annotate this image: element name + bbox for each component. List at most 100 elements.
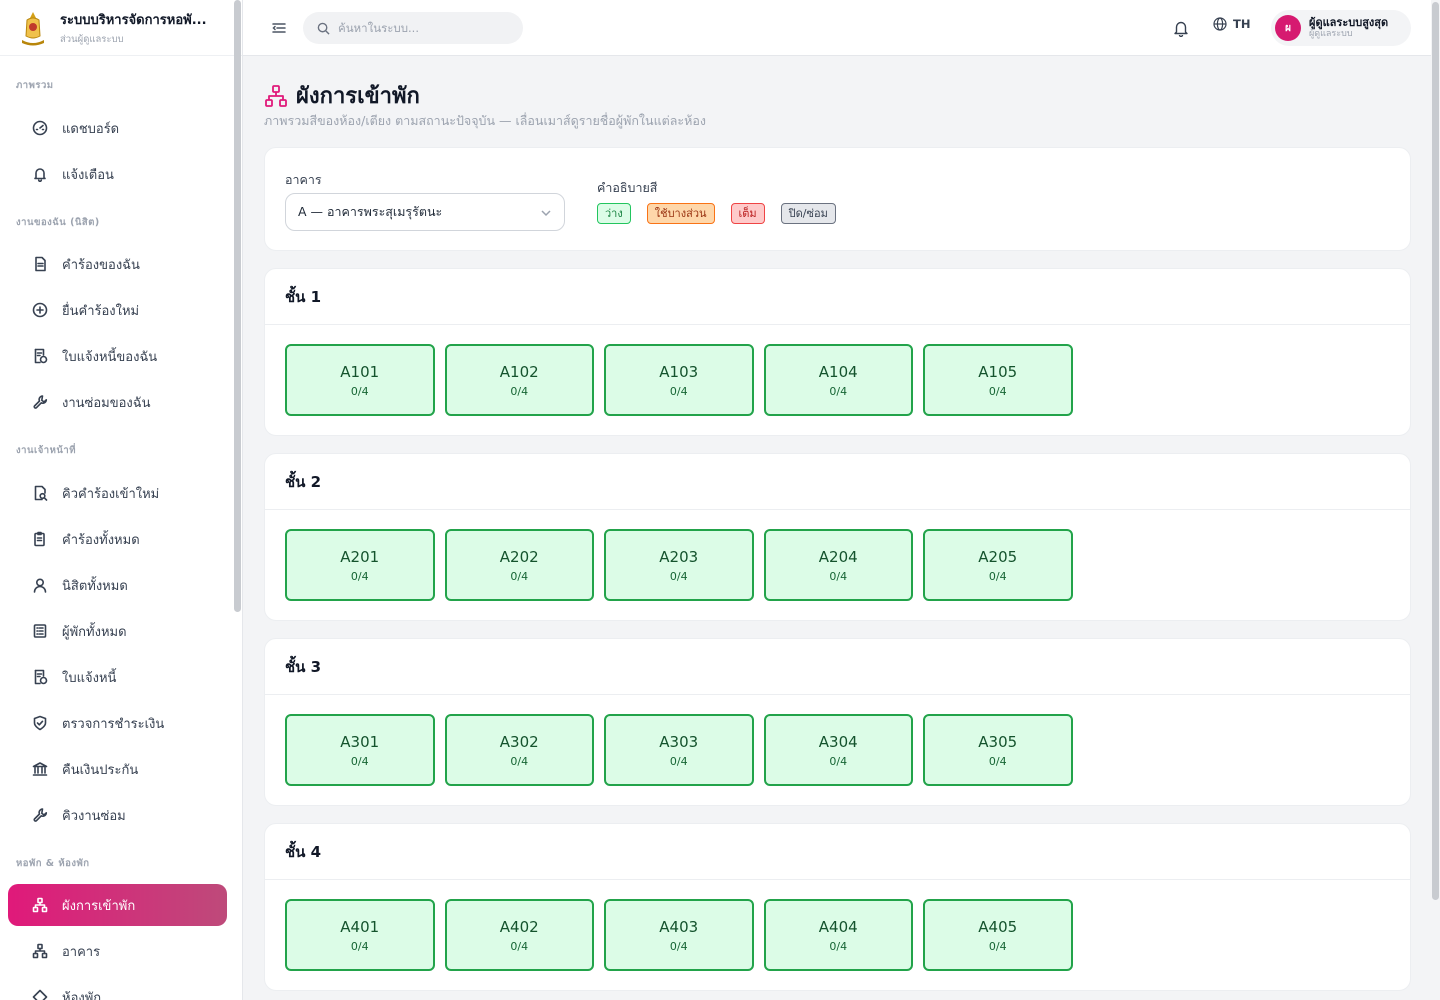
search-input[interactable] (338, 21, 508, 35)
room-code: A404 (818, 917, 858, 936)
user-name: ผู้ดูแลระบบสูงสุด (1309, 16, 1389, 30)
sidebar-item-label: นิสิตทั้งหมด (62, 578, 128, 594)
room-tile[interactable]: A105 0/4 (923, 344, 1073, 416)
sidebar-item[interactable]: แจ้งเตือน (8, 153, 227, 195)
room-occupancy: 0/4 (669, 384, 688, 398)
room-code: A201 (340, 547, 380, 566)
room-occupancy: 0/4 (988, 754, 1007, 768)
floor-title: ชั้น 2 (265, 454, 1410, 510)
sidebar-item[interactable]: ห้องพัก (8, 976, 227, 1000)
sidebar-item-label: ยื่นคำร้องใหม่ (62, 303, 140, 319)
plus-circle-icon (32, 302, 48, 318)
room-occupancy: 0/4 (829, 384, 848, 398)
room-code: A402 (499, 917, 539, 936)
page-title: ผังการเข้าพัก (296, 84, 420, 109)
floor-card: ชั้น 2 A201 0/4 A202 0/4 A203 0/4 A204 0/4 A205 0/… (264, 453, 1411, 621)
room-occupancy: 0/4 (988, 384, 1007, 398)
room-occupancy: 0/4 (510, 384, 529, 398)
room-tile[interactable]: A304 0/4 (763, 714, 913, 786)
sidebar-item[interactable]: คืนเงินประกัน (8, 748, 227, 790)
sidebar-item[interactable]: คำร้องทั้งหมด (8, 518, 227, 560)
sidebar-item[interactable]: ใบแจ้งหนี้ของฉัน (8, 335, 227, 377)
room-occupancy: 0/4 (350, 754, 369, 768)
user-menu[interactable]: ผ ผู้ดูแลระบบสูงสุด ผู้ดูแลระบบ (1271, 10, 1411, 46)
sidebar-item[interactable]: อาคาร (8, 930, 227, 972)
university-logo-icon (22, 11, 44, 45)
sidebar-item[interactable]: ตรวจการชำระเงิน (8, 702, 227, 744)
room-code: A403 (659, 917, 699, 936)
sidebar: ระบบบริหารจัดการหอพั... ส่วนผู้ดูแลระบบ … (0, 0, 243, 1000)
room-occupancy: 0/4 (350, 939, 369, 953)
language-switcher[interactable]: TH (1213, 17, 1250, 31)
room-tile[interactable]: A204 0/4 (763, 529, 913, 601)
document-icon (32, 256, 48, 272)
sidebar-item-label: แจ้งเตือน (62, 167, 114, 183)
floor-title: ชั้น 4 (265, 824, 1410, 880)
legend-chip-closed: ปิด/ซ่อม (780, 203, 836, 224)
topbar: TH ผ ผู้ดูแลระบบสูงสุด ผู้ดูแลระบบ (243, 0, 1431, 56)
avatar: ผ (1275, 15, 1301, 41)
sidebar-item[interactable]: ผังการเข้าพัก (8, 884, 227, 926)
floor-title: ชั้น 3 (265, 639, 1410, 695)
room-tile[interactable]: A303 0/4 (604, 714, 754, 786)
room-code: A103 (659, 362, 699, 381)
clipboard-icon (32, 531, 48, 547)
building-select[interactable]: A — อาคารพระสุเมรุรัตนะ (285, 193, 565, 231)
room-tile[interactable]: A401 0/4 (285, 899, 435, 971)
room-tile[interactable]: A104 0/4 (763, 344, 913, 416)
sidebar-item[interactable]: นิสิตทั้งหมด (8, 564, 227, 606)
search-icon (317, 22, 330, 35)
wrench-icon (32, 807, 48, 823)
room-grid: A101 0/4 A102 0/4 A103 0/4 A104 0/4 A105 0/4 (285, 344, 1073, 416)
sidebar-scrollbar[interactable] (234, 0, 241, 612)
sidebar-item-label: คำร้องของฉัน (62, 257, 140, 273)
notification-bell-icon[interactable] (1172, 19, 1190, 37)
room-tile[interactable]: A205 0/4 (923, 529, 1073, 601)
diamond-icon (32, 989, 48, 1000)
user-role: ผู้ดูแลระบบ (1309, 28, 1353, 39)
room-code: A205 (978, 547, 1018, 566)
room-tile[interactable]: A402 0/4 (444, 899, 594, 971)
room-tile[interactable]: A302 0/4 (444, 714, 594, 786)
sidebar-item-label: คืนเงินประกัน (62, 762, 139, 778)
app-title: ระบบบริหารจัดการหอพั... (60, 12, 207, 28)
brand: ระบบบริหารจัดการหอพั... ส่วนผู้ดูแลระบบ (0, 0, 242, 56)
room-code: A405 (978, 917, 1018, 936)
collapse-menu-icon[interactable] (271, 20, 287, 36)
room-grid: A401 0/4 A402 0/4 A403 0/4 A404 0/4 A405 0/4 (285, 899, 1073, 971)
sidebar-item[interactable]: คำร้องของฉัน (8, 243, 227, 285)
sidebar-item-label: งานซ่อมของฉัน (62, 395, 151, 411)
room-tile[interactable]: A102 0/4 (444, 344, 594, 416)
search-box[interactable] (303, 12, 523, 44)
room-tile[interactable]: A202 0/4 (444, 529, 594, 601)
sidebar-item[interactable]: งานซ่อมของฉัน (8, 381, 227, 423)
room-code: A101 (340, 362, 380, 381)
room-tile[interactable]: A404 0/4 (763, 899, 913, 971)
sidebar-item[interactable]: คิวคำร้องเข้าใหม่ (8, 472, 227, 514)
globe-icon (1213, 17, 1227, 31)
room-tile[interactable]: A203 0/4 (604, 529, 754, 601)
sitemap-icon (32, 943, 48, 959)
list-icon (32, 623, 48, 639)
room-occupancy: 0/4 (350, 384, 369, 398)
sidebar-item-label: แดชบอร์ด (62, 121, 120, 137)
room-tile[interactable]: A305 0/4 (923, 714, 1073, 786)
dashboard-icon (32, 120, 48, 136)
room-tile[interactable]: A405 0/4 (923, 899, 1073, 971)
room-tile[interactable]: A103 0/4 (604, 344, 754, 416)
room-code: A204 (818, 547, 858, 566)
room-tile[interactable]: A101 0/4 (285, 344, 435, 416)
sidebar-item[interactable]: คิวงานซ่อม (8, 794, 227, 836)
page-header: ผังการเข้าพัก (264, 78, 420, 113)
room-tile[interactable]: A301 0/4 (285, 714, 435, 786)
sidebar-item[interactable]: ใบแจ้งหนี้ (8, 656, 227, 698)
page-scrollbar[interactable] (1432, 2, 1439, 900)
building-select-value: A — อาคารพระสุเมรุรัตนะ (298, 204, 443, 219)
sidebar-item[interactable]: ผู้พักทั้งหมด (8, 610, 227, 652)
room-occupancy: 0/4 (829, 754, 848, 768)
sidebar-item-label: ผู้พักทั้งหมด (62, 624, 127, 640)
sidebar-item[interactable]: ยื่นคำร้องใหม่ (8, 289, 227, 331)
room-tile[interactable]: A201 0/4 (285, 529, 435, 601)
sidebar-item[interactable]: แดชบอร์ด (8, 107, 227, 149)
room-tile[interactable]: A403 0/4 (604, 899, 754, 971)
